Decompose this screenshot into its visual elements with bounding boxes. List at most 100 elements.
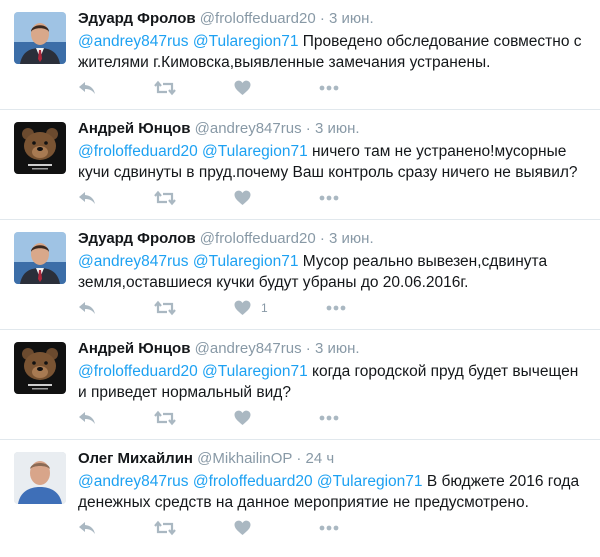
separator-dot: · <box>319 230 325 247</box>
tweet-text: @froloffeduard20 @Tularegion71 ничего та… <box>78 141 590 183</box>
like-button[interactable] <box>234 520 261 536</box>
author-name[interactable]: Андрей Юнцов <box>78 340 190 357</box>
mention-link[interactable]: @Tularegion71 <box>317 473 423 490</box>
retweet-icon <box>154 410 176 426</box>
retweet-button[interactable] <box>154 520 176 536</box>
author-handle[interactable]: @andrey847rus <box>195 120 302 137</box>
like-button[interactable] <box>234 80 261 96</box>
bear-icon <box>14 342 66 394</box>
man-in-suit-icon <box>14 232 66 284</box>
avatar[interactable] <box>14 232 66 284</box>
like-icon <box>234 410 251 425</box>
retweet-icon <box>154 520 176 536</box>
mention-link[interactable]: @froloffeduard20 <box>78 363 198 380</box>
tweet-header: Эдуард Фролов @froloffeduard20 · 3 июн. <box>78 10 590 28</box>
tweet-header: Олег Михайлин @MikhailinOP · 24 ч <box>78 450 590 468</box>
reply-icon <box>79 82 95 94</box>
more-button[interactable] <box>326 305 346 311</box>
mention-link[interactable]: @Tularegion71 <box>202 143 308 160</box>
reply-button[interactable] <box>78 410 96 426</box>
more-button[interactable] <box>319 525 339 531</box>
tweet-content: Андрей Юнцов @andrey847rus · 3 июн. @fro… <box>78 120 590 183</box>
tweet-header: Эдуард Фролов @froloffeduard20 · 3 июн. <box>78 230 590 248</box>
tweet-text: @andrey847rus @Tularegion71 Проведено об… <box>78 31 590 73</box>
reply-button[interactable] <box>78 300 96 316</box>
avatar[interactable] <box>14 342 66 394</box>
man-in-suit-icon <box>14 12 66 64</box>
tweet-timestamp[interactable]: 3 июн. <box>329 230 374 247</box>
like-icon <box>234 190 251 205</box>
tweet-content: Эдуард Фролов @froloffeduard20 · 3 июн. … <box>78 230 590 293</box>
separator-dot: · <box>305 120 311 137</box>
man-photo-icon <box>14 452 66 504</box>
reply-icon <box>79 412 95 424</box>
author-handle[interactable]: @froloffeduard20 <box>200 230 316 247</box>
reply-icon <box>79 522 95 534</box>
mention-link[interactable]: @andrey847rus <box>78 253 189 270</box>
separator-dot: · <box>305 340 311 357</box>
tweet-actions <box>78 78 397 98</box>
tweet-content: Эдуард Фролов @froloffeduard20 · 3 июн. … <box>78 10 590 73</box>
author-name[interactable]: Эдуард Фролов <box>78 230 196 247</box>
mention-link[interactable]: @Tularegion71 <box>202 363 308 380</box>
like-icon <box>234 520 251 535</box>
reply-button[interactable] <box>78 190 96 206</box>
author-handle[interactable]: @MikhailinOP <box>197 450 292 467</box>
retweet-button[interactable] <box>154 410 176 426</box>
tweet-content: Андрей Юнцов @andrey847rus · 3 июн. @fro… <box>78 340 590 403</box>
more-icon <box>319 85 339 91</box>
author-name[interactable]: Андрей Юнцов <box>78 120 190 137</box>
more-button[interactable] <box>319 195 339 201</box>
separator-dot: · <box>296 450 302 467</box>
mention-link[interactable]: @froloffeduard20 <box>193 473 313 490</box>
mention-link[interactable]: @froloffeduard20 <box>78 143 198 160</box>
tweet-timestamp[interactable]: 3 июн. <box>329 10 374 27</box>
mention-link[interactable]: @Tularegion71 <box>193 253 299 270</box>
tweet-header: Андрей Юнцов @andrey847rus · 3 июн. <box>78 120 590 138</box>
retweet-button[interactable] <box>154 300 176 316</box>
more-button[interactable] <box>319 85 339 91</box>
tweet-content: Олег Михайлин @MikhailinOP · 24 ч @andre… <box>78 450 590 513</box>
reply-icon <box>79 302 95 314</box>
mention-link[interactable]: @andrey847rus <box>78 33 189 50</box>
like-icon <box>234 80 251 95</box>
bear-icon <box>14 122 66 174</box>
like-button[interactable] <box>234 190 261 206</box>
author-name[interactable]: Эдуард Фролов <box>78 10 196 27</box>
retweet-button[interactable] <box>154 190 176 206</box>
retweet-button[interactable] <box>154 80 176 96</box>
tweet-timestamp[interactable]: 24 ч <box>306 450 335 467</box>
tweet: Олег Михайлин @MikhailinOP · 24 ч @andre… <box>0 440 600 550</box>
tweet-text: @andrey847rus @Tularegion71 Мусор реальн… <box>78 251 590 293</box>
tweet: Эдуард Фролов @froloffeduard20 · 3 июн. … <box>0 220 600 330</box>
more-button[interactable] <box>319 415 339 421</box>
tweet-actions <box>78 518 397 538</box>
more-icon <box>326 305 346 311</box>
tweet-timestamp[interactable]: 3 июн. <box>315 120 360 137</box>
reply-button[interactable] <box>78 80 96 96</box>
retweet-icon <box>154 190 176 206</box>
tweet-timestamp[interactable]: 3 июн. <box>315 340 360 357</box>
like-button[interactable]: 1 <box>234 300 268 316</box>
mention-link[interactable]: @andrey847rus <box>78 473 189 490</box>
tweet-text: @froloffeduard20 @Tularegion71 когда гор… <box>78 361 590 403</box>
avatar[interactable] <box>14 452 66 504</box>
avatar[interactable] <box>14 12 66 64</box>
tweet-actions: 1 <box>78 298 404 318</box>
tweet-header: Андрей Юнцов @andrey847rus · 3 июн. <box>78 340 590 358</box>
tweet: Андрей Юнцов @andrey847rus · 3 июн. @fro… <box>0 110 600 220</box>
reply-button[interactable] <box>78 520 96 536</box>
author-handle[interactable]: @andrey847rus <box>195 340 302 357</box>
retweet-icon <box>154 300 176 316</box>
tweet-feed: Эдуард Фролов @froloffeduard20 · 3 июн. … <box>0 0 600 550</box>
author-name[interactable]: Олег Михайлин <box>78 450 193 467</box>
author-handle[interactable]: @froloffeduard20 <box>200 10 316 27</box>
tweet: Эдуард Фролов @froloffeduard20 · 3 июн. … <box>0 0 600 110</box>
like-button[interactable] <box>234 410 261 426</box>
tweet: Андрей Юнцов @andrey847rus · 3 июн. @fro… <box>0 330 600 440</box>
reply-icon <box>79 192 95 204</box>
like-icon <box>234 300 251 315</box>
mention-link[interactable]: @Tularegion71 <box>193 33 299 50</box>
avatar[interactable] <box>14 122 66 174</box>
tweet-actions <box>78 188 397 208</box>
